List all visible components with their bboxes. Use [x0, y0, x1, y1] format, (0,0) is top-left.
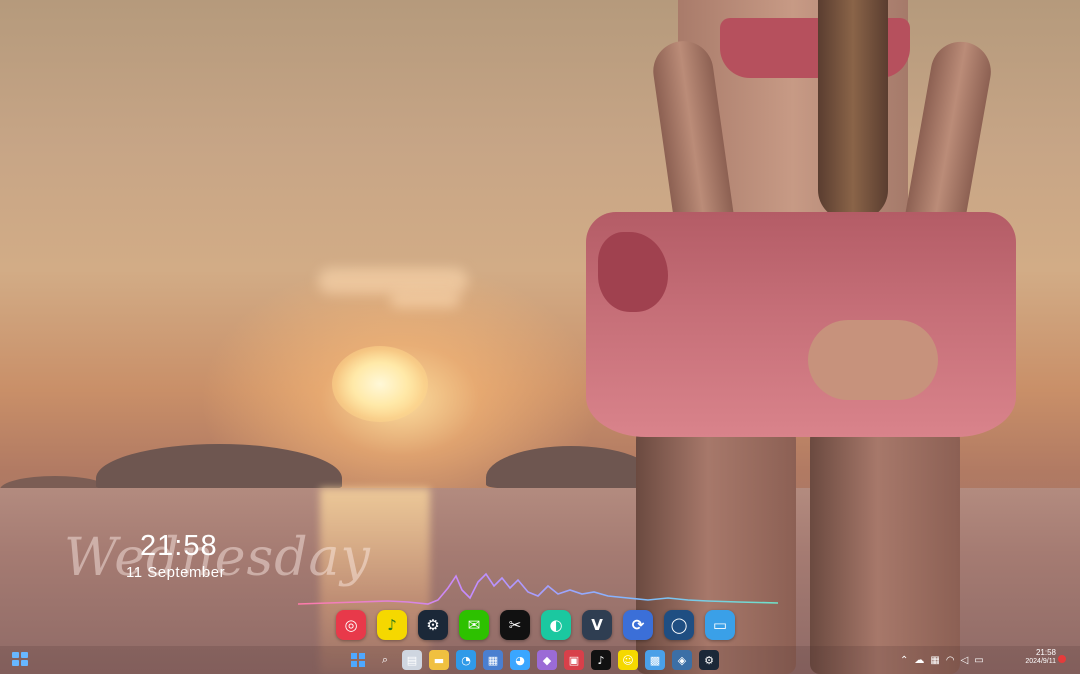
- netease-music-icon[interactable]: ◎: [336, 610, 366, 640]
- game-icon[interactable]: ◆: [537, 650, 557, 670]
- figure-hair: [818, 0, 888, 220]
- vpn-icon[interactable]: ◈: [672, 650, 692, 670]
- network-icon[interactable]: ▦: [930, 655, 939, 666]
- uplay-icon[interactable]: ◯: [664, 610, 694, 640]
- qq-icon[interactable]: ☺: [618, 650, 638, 670]
- file-explorer-icon[interactable]: ▬: [429, 650, 449, 670]
- steam-icon[interactable]: ⚙: [418, 610, 448, 640]
- wifi-icon[interactable]: ◠: [946, 655, 955, 666]
- qq-music-icon[interactable]: ♪: [377, 610, 407, 640]
- chevron-up-icon[interactable]: ⌃: [900, 655, 908, 666]
- monitor-icon[interactable]: ▭: [705, 610, 735, 640]
- system-tray: ⌃ ☁ ▦ ◠ ◁ ▭: [900, 650, 984, 670]
- taskbar-apps: ⌕ ▤ ▬ ◔ ▦ ◕ ◆ ▣ ♪ ☺ ▩ ◈ ⚙: [348, 650, 719, 670]
- audio-visualizer: [298, 572, 778, 605]
- tray-clock[interactable]: 21:58 2024/9/11: [1012, 648, 1056, 666]
- battery-icon[interactable]: ▭: [974, 655, 983, 666]
- widgets-button[interactable]: [12, 652, 28, 666]
- cloud: [318, 268, 468, 294]
- tray-time: 21:58: [1035, 648, 1056, 657]
- wallpaper-icon[interactable]: ◐: [541, 610, 571, 640]
- store-icon[interactable]: ▦: [483, 650, 503, 670]
- tray-date: 2024/9/11: [1025, 658, 1056, 665]
- tiktok-icon[interactable]: ♪: [591, 650, 611, 670]
- windows-start-icon[interactable]: [348, 650, 368, 670]
- desktop: Wednesday 21:58 11 September ◎ ♪ ⚙ ✉ ✂ ◐ V ⟳ ◯ ▭ …: [0, 0, 1080, 674]
- control-panel-icon[interactable]: ▩: [645, 650, 665, 670]
- onedrive-icon[interactable]: ☁: [914, 655, 924, 666]
- browser-icon[interactable]: ◕: [510, 650, 530, 670]
- app-dock: ◎ ♪ ⚙ ✉ ✂ ◐ V ⟳ ◯ ▭: [336, 606, 746, 644]
- task-view-icon[interactable]: ▤: [402, 650, 422, 670]
- vysor-icon[interactable]: V: [582, 610, 612, 640]
- sun: [332, 346, 428, 422]
- steam-taskbar-icon[interactable]: ⚙: [699, 650, 719, 670]
- volume-icon[interactable]: ◁: [961, 655, 969, 666]
- widget-time: 21:58: [140, 530, 218, 562]
- capcut-icon[interactable]: ✂: [500, 610, 530, 640]
- cloud: [390, 292, 460, 308]
- edge-icon[interactable]: ◔: [456, 650, 476, 670]
- screen-share-icon[interactable]: ⟳: [623, 610, 653, 640]
- notification-dot-icon[interactable]: [1058, 655, 1066, 663]
- widget-date: 11 September: [126, 564, 226, 581]
- wechat-icon[interactable]: ✉: [459, 610, 489, 640]
- visualizer-waveform: [298, 572, 778, 605]
- figure-hands: [808, 320, 938, 400]
- figure-leg-right: [810, 400, 960, 674]
- search-icon[interactable]: ⌕: [375, 650, 395, 670]
- video-app-icon[interactable]: ▣: [564, 650, 584, 670]
